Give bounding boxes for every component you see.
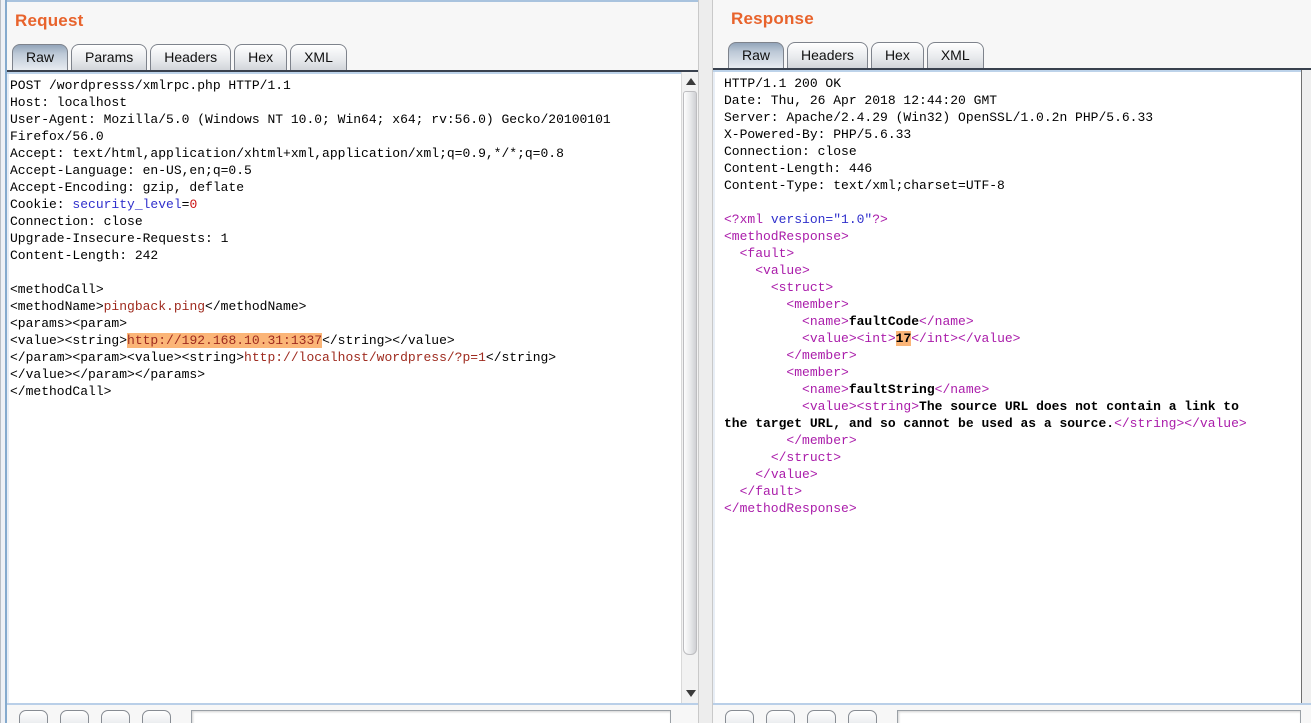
response-tab-xml[interactable]: XML [927,42,984,68]
left-splitter-edge [0,0,7,723]
request-search-bar [7,705,698,723]
request-title: Request [7,2,698,31]
code-line: Accept: text/html,application/xhtml+xml,… [10,145,678,162]
code-line: Accept-Encoding: gzip, deflate [10,179,678,196]
code-line: <member> [724,364,1291,381]
code-line: Host: localhost [10,94,678,111]
response-tab-headers[interactable]: Headers [787,42,868,68]
code-line: </fault> [724,483,1291,500]
code-line: <methodResponse> [724,228,1291,245]
request-editor[interactable]: POST /wordpresss/xmlrpc.php HTTP/1.1Host… [7,70,698,705]
code-line: <value><string>http://192.168.10.31:1337… [10,332,678,349]
code-line: </value></param></params> [10,366,678,383]
response-header: Response RawHeadersHexXML [713,0,1311,68]
search-next-button[interactable] [766,710,795,723]
code-line: <member> [724,296,1291,313]
request-tab-hex[interactable]: Hex [234,44,287,70]
response-scrollbar[interactable] [1301,70,1311,703]
response-tab-hex[interactable]: Hex [871,42,924,68]
search-input[interactable] [191,710,671,723]
code-line: </struct> [724,449,1291,466]
code-line: X-Powered-By: PHP/5.6.33 [724,126,1291,143]
search-case-button[interactable] [101,710,130,723]
code-line: Content-Type: text/xml;charset=UTF-8 [724,177,1291,194]
request-tab-params[interactable]: Params [71,44,147,70]
repeater-view: Request RawParamsHeadersHexXML POST /wor… [0,0,1311,723]
scroll-down-icon[interactable] [682,685,698,703]
code-line: Firefox/56.0 [10,128,678,145]
code-line: <value><int>17</int></value> [724,330,1291,347]
response-title: Response [713,0,1311,29]
code-line: User-Agent: Mozilla/5.0 (Windows NT 10.0… [10,111,678,128]
code-line: </member> [724,347,1291,364]
scrollbar-thumb[interactable] [683,91,697,655]
code-line: HTTP/1.1 200 OK [724,75,1291,92]
search-prev-button[interactable] [725,710,754,723]
request-tab-headers[interactable]: Headers [150,44,231,70]
code-line: Server: Apache/2.4.29 (Win32) OpenSSL/1.… [724,109,1291,126]
response-editor[interactable]: HTTP/1.1 200 OKDate: Thu, 26 Apr 2018 12… [713,68,1311,705]
code-line: <value><string>The source URL does not c… [724,398,1291,415]
request-code[interactable]: POST /wordpresss/xmlrpc.php HTTP/1.1Host… [7,72,698,703]
search-prev-button[interactable] [19,710,48,723]
code-line: <methodCall> [10,281,678,298]
code-line: Date: Thu, 26 Apr 2018 12:44:20 GMT [724,92,1291,109]
code-line: POST /wordpresss/xmlrpc.php HTTP/1.1 [10,77,678,94]
code-line [724,194,1291,211]
search-regex-button[interactable] [142,710,171,723]
code-line: </methodResponse> [724,500,1291,517]
scroll-up-icon[interactable] [682,72,698,90]
code-line: </param><param><value><string>http://loc… [10,349,678,366]
code-line: the target URL, and so cannot be used as… [724,415,1291,432]
response-code[interactable]: HTTP/1.1 200 OKDate: Thu, 26 Apr 2018 12… [713,70,1311,703]
code-line: Content-Length: 242 [10,247,678,264]
request-panel: Request RawParamsHeadersHexXML POST /wor… [7,0,698,723]
code-line: </member> [724,432,1291,449]
code-line: Accept-Language: en-US,en;q=0.5 [10,162,678,179]
code-line: Connection: close [10,213,678,230]
request-tab-raw[interactable]: Raw [12,44,68,70]
code-line: <name>faultString</name> [724,381,1291,398]
code-line: <?xml version="1.0"?> [724,211,1291,228]
code-line: Connection: close [724,143,1291,160]
code-line: Content-Length: 446 [724,160,1291,177]
response-search-bar [713,705,1311,723]
code-line: <name>faultCode</name> [724,313,1291,330]
code-line: <struct> [724,279,1291,296]
request-tab-xml[interactable]: XML [290,44,347,70]
request-tabs: RawParamsHeadersHexXML [12,44,350,70]
request-header: Request RawParamsHeadersHexXML [7,2,698,70]
code-line: <fault> [724,245,1291,262]
response-panel: Response RawHeadersHexXML HTTP/1.1 200 O… [713,0,1311,723]
code-line: <params><param> [10,315,678,332]
search-case-button[interactable] [807,710,836,723]
search-next-button[interactable] [60,710,89,723]
code-line: Cookie: security_level=0 [10,196,678,213]
code-line: <value> [724,262,1291,279]
code-line [10,264,678,281]
code-line: Upgrade-Insecure-Requests: 1 [10,230,678,247]
panel-divider[interactable] [698,0,713,723]
response-tab-raw[interactable]: Raw [728,42,784,68]
search-regex-button[interactable] [848,710,877,723]
request-scrollbar[interactable] [681,72,698,703]
search-input[interactable] [897,710,1301,723]
response-tabs: RawHeadersHexXML [728,42,987,68]
code-line: </value> [724,466,1291,483]
code-line: </methodCall> [10,383,678,400]
code-line: <methodName>pingback.ping</methodName> [10,298,678,315]
